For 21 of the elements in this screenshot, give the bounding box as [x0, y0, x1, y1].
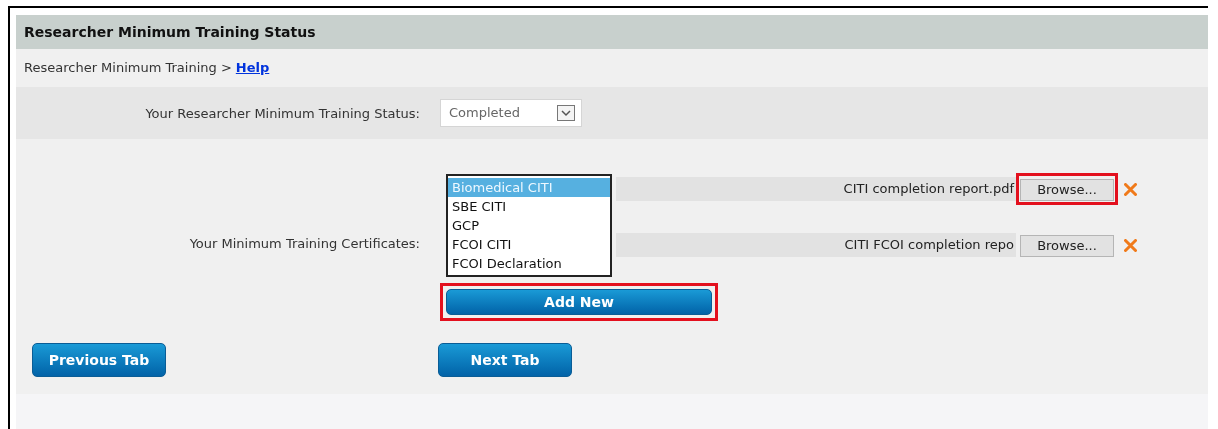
list-option[interactable]: FCOI CITI [448, 235, 610, 254]
certificate-type-list[interactable]: Biomedical CITI SBE CITI GCP FCOI CITI FCOI Declaration [446, 174, 612, 277]
list-option[interactable]: GCP [448, 216, 610, 235]
list-option[interactable]: SBE CITI [448, 197, 610, 216]
help-link[interactable]: Help [235, 58, 270, 78]
add-new-button[interactable]: Add New [446, 289, 712, 315]
status-select[interactable]: Completed [440, 99, 582, 127]
caret-icon [557, 105, 575, 121]
list-option[interactable]: FCOI Declaration [448, 254, 610, 273]
browse-button[interactable]: Browse... [1020, 178, 1114, 201]
certificates-label: Your Minimum Training Certificates: [189, 236, 420, 251]
breadcrumb-text: Researcher Minimum Training > [24, 59, 232, 78]
page-title: Researcher Minimum Training Status [24, 22, 316, 42]
tab-nav-button[interactable]: Next Tab [438, 343, 572, 377]
status-label: Your Researcher Minimum Training Status: [145, 106, 420, 121]
browse-button[interactable]: Browse... [1020, 234, 1114, 257]
remove-icon[interactable] [1124, 182, 1137, 196]
file-field[interactable]: CITI completion report.pdf [616, 177, 1016, 201]
file-field[interactable]: CITI FCOI completion repo [616, 233, 1016, 257]
remove-icon[interactable] [1124, 238, 1137, 252]
tab-nav-button[interactable]: Previous Tab [32, 343, 166, 377]
